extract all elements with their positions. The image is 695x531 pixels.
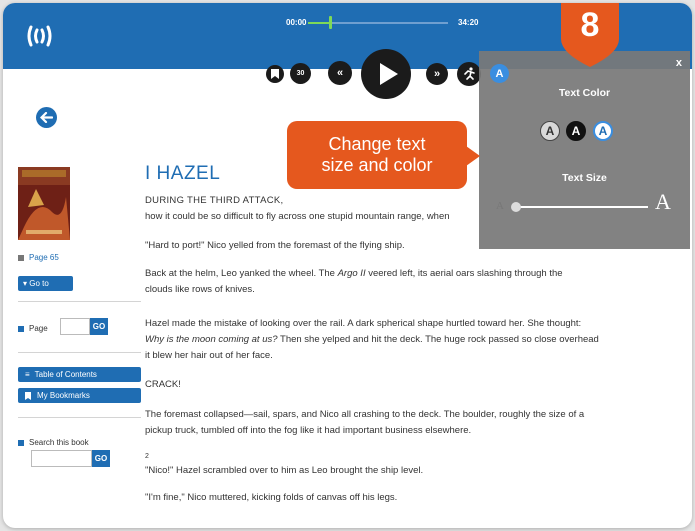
bookmark-small-icon: [25, 391, 31, 400]
page-jump-label: Page: [18, 324, 48, 333]
app-frame: 00:00 34:20 30 « » Page 65 ▾ Go to Page …: [3, 3, 692, 528]
tooltip-pointer: [466, 146, 480, 166]
play-icon: [380, 63, 398, 85]
audio-waves-logo-icon: [25, 25, 53, 53]
tutorial-tooltip: Change text size and color: [287, 121, 467, 189]
goto-label: ▾ Go to: [23, 279, 49, 288]
my-bookmarks-button[interactable]: My Bookmarks: [18, 388, 141, 403]
sidebar-divider: [18, 352, 141, 353]
sidebar-divider: [18, 417, 141, 418]
total-time: 34:20: [458, 18, 479, 27]
paragraph-4-part-a: Hazel made the mistake of looking over t…: [145, 318, 582, 329]
text-settings-toggle-label: A: [495, 67, 504, 80]
paragraph-4: Hazel made the mistake of looking over t…: [145, 316, 645, 364]
text-size-slider-handle[interactable]: [511, 202, 521, 212]
search-go-label: GO: [94, 454, 108, 463]
current-page-indicator: Page 65: [18, 253, 59, 262]
page-jump-square-icon: [18, 325, 24, 332]
search-book-input[interactable]: [31, 450, 92, 467]
sidebar-divider: [18, 301, 141, 302]
paragraph-6-part-a: The foremast collapsed—sail, spars, and …: [145, 409, 585, 420]
paragraph-6-part-b: pickup truck, tumbled off into the fog l…: [145, 425, 472, 436]
paragraph-3: Back at the helm, Leo yanked the wheel. …: [145, 266, 645, 298]
paragraph-3-part-c: clouds like rows of knives.: [145, 284, 255, 295]
paragraph-5: CRACK!: [145, 379, 181, 390]
bookmark-icon[interactable]: [266, 65, 284, 83]
progress-fill: [308, 22, 330, 24]
text-settings-icon[interactable]: A: [490, 64, 509, 83]
paragraph-4-part-b: Then she yelped and hit the deck. The hu…: [277, 334, 599, 345]
step-badge-number: 8: [580, 6, 600, 44]
table-of-contents-button[interactable]: ≡ Table of Contents: [18, 367, 141, 382]
page-go-button[interactable]: GO: [90, 318, 108, 335]
page-label: Page: [29, 324, 48, 333]
paragraph-7: "Nico!" Hazel scrambled over to him as L…: [145, 465, 424, 476]
progress-handle[interactable]: [329, 16, 332, 29]
text-size-heading: Text Size: [562, 172, 607, 184]
search-go-button[interactable]: GO: [92, 450, 110, 467]
page-go-label: GO: [92, 322, 106, 331]
elapsed-time: 00:00: [286, 18, 307, 27]
bookmarks-label: My Bookmarks: [37, 391, 90, 400]
toc-label: Table of Contents: [34, 370, 97, 379]
color-swatch-black[interactable]: A: [566, 121, 586, 141]
replay-30-label: 30: [296, 70, 305, 77]
running-man-icon[interactable]: [457, 62, 481, 86]
text-settings-panel: x A Text Color Text Size: [479, 51, 690, 249]
current-page-text: Page 65: [29, 253, 59, 262]
page-square-icon: [18, 254, 24, 261]
paragraph-3-part-b: veered left, its aerial oars slashing th…: [365, 268, 563, 279]
hazel-thought: Why is the moon coming at us?: [145, 334, 278, 345]
play-button[interactable]: [361, 49, 411, 99]
paragraph-1-line-2: how it could be so difficult to fly acro…: [145, 211, 450, 222]
paragraph-4-part-c: it blew her hair out of her face.: [145, 350, 273, 361]
chapter-title: I HAZEL: [145, 163, 221, 184]
color-swatch-white[interactable]: A: [593, 121, 613, 141]
search-label: Search this book: [29, 438, 89, 447]
paragraph-6: The foremast collapsed—sail, spars, and …: [145, 407, 645, 439]
back-arrow-icon[interactable]: [36, 107, 57, 128]
print-page-number: 2: [145, 453, 149, 460]
tooltip-line-2: size and color: [321, 155, 433, 175]
tooltip-line-1: Change text: [328, 134, 426, 154]
text-size-small-label: A: [496, 200, 504, 212]
color-swatch-grey[interactable]: A: [540, 121, 560, 141]
paragraph-3-part-a: Back at the helm, Leo yanked the wheel. …: [145, 268, 338, 279]
fast-forward-icon[interactable]: »: [426, 63, 448, 85]
search-book-label: Search this book: [18, 438, 89, 447]
paragraph-8: "I'm fine," Nico muttered, kicking folds…: [145, 492, 398, 503]
text-color-heading: Text Color: [558, 87, 611, 99]
rewind-icon[interactable]: «: [328, 61, 352, 85]
replay-30-icon[interactable]: 30: [290, 63, 311, 84]
search-square-icon: [18, 439, 24, 446]
text-size-slider[interactable]: [515, 206, 648, 208]
page-number-input[interactable]: [60, 318, 90, 335]
text-size-large-label: A: [655, 189, 671, 214]
goto-button[interactable]: ▾ Go to: [18, 276, 73, 291]
close-icon[interactable]: x: [676, 57, 682, 69]
book-cover-image: [18, 167, 70, 240]
ship-name: Argo II: [337, 268, 366, 279]
paragraph-1-line-1: DURING THE THIRD ATTACK,: [145, 195, 284, 206]
list-icon: ≡: [25, 370, 30, 379]
